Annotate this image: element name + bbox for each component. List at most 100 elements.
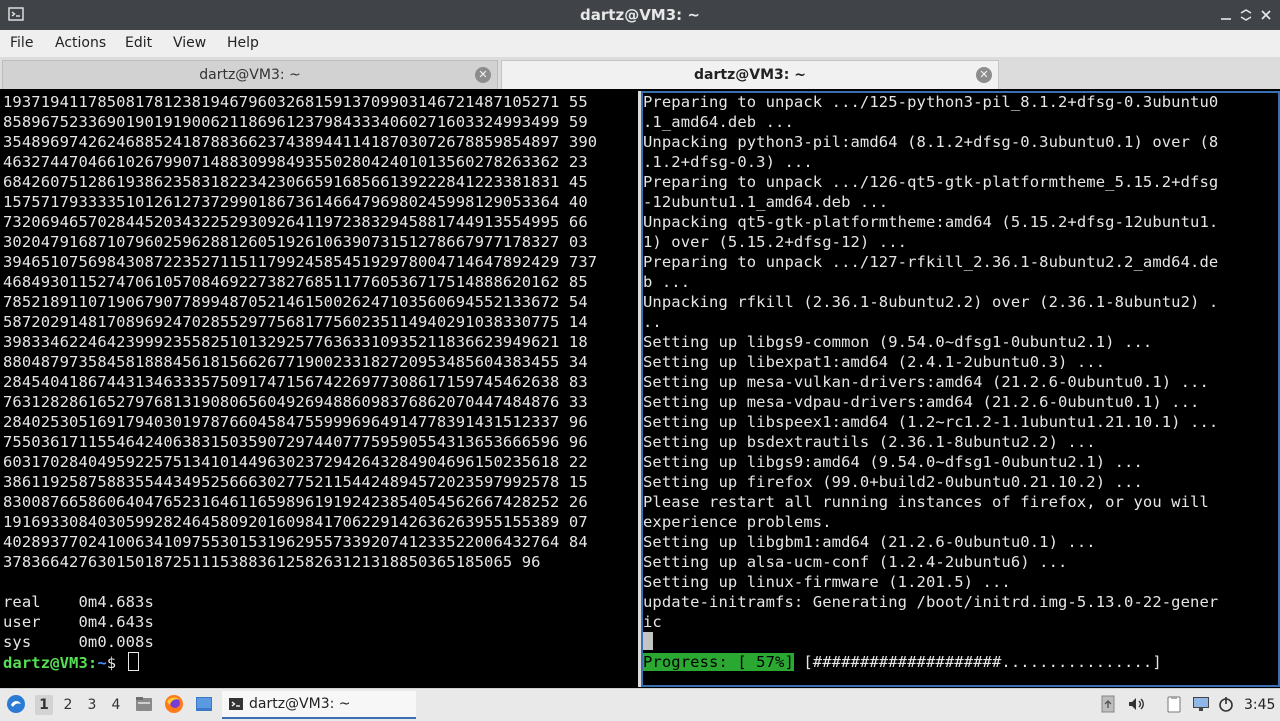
terminal-line: Unpacking qt5-gtk-platformtheme:amd64 (5… <box>643 213 1219 231</box>
tab-label: dartz@VM3: ~ <box>199 67 301 83</box>
terminal-pane-right[interactable]: Preparing to unpack .../125-python3-pil_… <box>641 91 1280 687</box>
terminal-line: 5872029148170896924702855297756817756023… <box>3 313 588 331</box>
taskbar: 1 2 3 4 dartz@VM3: ~ 3:45 <box>0 688 1280 721</box>
terminal-line: user 0m4.643s <box>3 613 154 631</box>
terminal-pane-left[interactable]: 1937194117850817812381946796032681591370… <box>0 91 638 687</box>
terminal-line: Setting up libexpat1:amd64 (2.4.1-2ubunt… <box>643 353 1106 371</box>
tab-label: dartz@VM3: ~ <box>694 67 806 83</box>
terminal-line: 6842607512861938623583182234230665916856… <box>3 173 588 191</box>
terminal-line: 2845404186744313463335750917471567422697… <box>3 373 588 391</box>
workspace-4[interactable]: 4 <box>107 695 125 715</box>
terminal-line: 3983346224642399923558251013292577636331… <box>3 333 588 351</box>
task-label: dartz@VM3: ~ <box>249 696 351 712</box>
terminal-line: 3783664276301501872511153883612582631213… <box>3 553 541 571</box>
terminal-line: update-initramfs: Generating /boot/initr… <box>643 593 1219 611</box>
terminal-line: Setting up libgs9:amd64 (9.54.0~dfsg1-0u… <box>643 453 1143 471</box>
terminal-line: Setting up linux-firmware (1.201.5) ... <box>643 573 1011 591</box>
terminal-line: -12ubuntu1.1_amd64.deb ... <box>643 193 889 211</box>
terminal-line: 7631282861652797681319080656049269488609… <box>3 393 588 411</box>
menu-actions[interactable]: Actions <box>55 30 106 57</box>
progress-bar: [####################................] <box>793 653 1162 671</box>
terminal-line: .1_amd64.deb ... <box>643 113 794 131</box>
terminal-line: 8300876658606404765231646116598961919242… <box>3 493 588 511</box>
workspace-3[interactable]: 3 <box>83 695 101 715</box>
show-desktop-icon[interactable] <box>194 694 214 714</box>
menu-edit[interactable]: Edit <box>125 30 152 57</box>
cursor-icon <box>643 632 653 650</box>
terminal-line: experience problems. <box>643 513 832 531</box>
clock[interactable]: 3:45 <box>1244 689 1275 721</box>
window-titlebar[interactable]: dartz@VM3: ~ <box>0 0 1280 30</box>
terminal-line: Please restart all running instances of … <box>643 493 1209 511</box>
terminal-line: 8804879735845818884561815662677190023318… <box>3 353 588 371</box>
terminal-line: Preparing to unpack .../125-python3-pil_… <box>643 93 1219 111</box>
terminal-line: Setting up firefox (99.0+build2-0ubuntu0… <box>643 473 1143 491</box>
power-icon[interactable] <box>1216 694 1236 714</box>
terminal-line: Setting up libgs9-common (9.54.0~dfsg1-0… <box>643 333 1153 351</box>
file-manager-icon[interactable] <box>134 694 154 714</box>
restore-icon[interactable] <box>1238 7 1254 23</box>
terminal-line: 1916933084030599282464580920160984170622… <box>3 513 588 531</box>
tab-terminal-1[interactable]: dartz@VM3: ~ ✕ <box>2 60 498 89</box>
cursor-line <box>643 632 1218 652</box>
terminal-line: 3548969742624688524187883662374389441141… <box>3 133 598 151</box>
tab-bar: dartz@VM3: ~ ✕ dartz@VM3: ~ ✕ <box>0 57 1280 89</box>
minimize-icon[interactable] <box>1218 7 1234 23</box>
terminal-line: Preparing to unpack .../127-rfkill_2.36.… <box>643 253 1219 271</box>
menu-view[interactable]: View <box>173 30 206 57</box>
terminal-line: .1.2+dfsg-0.3) ... <box>643 153 813 171</box>
terminal-line: Setting up mesa-vulkan-drivers:amd64 (21… <box>643 373 1209 391</box>
tab-close-icon[interactable]: ✕ <box>976 67 992 83</box>
terminal-line: .. <box>643 313 662 331</box>
terminal-line: 8589675233690190191900621186961237984333… <box>3 113 588 131</box>
terminal-line: 7320694657028445203432252930926411972383… <box>3 213 588 231</box>
terminal-line: 3946510756984308722352711511799245854519… <box>3 253 598 271</box>
network-icon[interactable] <box>1191 694 1211 714</box>
terminal-line: Unpacking rfkill (2.36.1-8ubuntu2.2) ove… <box>643 293 1219 311</box>
terminal-line: 2840253051691794030197876604584755999696… <box>3 413 588 431</box>
prompt-user: dartz@VM3: <box>3 654 98 672</box>
terminal-line: 4684930115274706105708469227382768511776… <box>3 273 588 291</box>
volume-icon[interactable] <box>1126 694 1146 714</box>
terminal-line: Setting up libspeex1:amd64 (1.2~rc1.2-1.… <box>643 413 1219 431</box>
progress-line: Progress: [ 57%] [####################..… <box>643 652 1218 672</box>
workspace-1[interactable]: 1 <box>35 695 53 715</box>
workspace-2[interactable]: 2 <box>59 695 77 715</box>
terminal-line: Preparing to unpack .../126-qt5-gtk-plat… <box>643 173 1219 191</box>
terminal-line: 4028937702410063410975530153196295573392… <box>3 533 588 551</box>
progress-label: Progress: [ 57%] <box>643 653 794 671</box>
terminal-line: 7550361711554642406383150359072974407775… <box>3 433 588 451</box>
menu-bar: File Actions Edit View Help <box>0 30 1280 57</box>
window-title: dartz@VM3: ~ <box>580 6 700 24</box>
taskbar-task-terminal[interactable]: dartz@VM3: ~ <box>222 691 416 719</box>
terminal-line: b ... <box>643 273 691 291</box>
firefox-icon[interactable] <box>164 694 184 714</box>
terminal-line: Setting up bsdextrautils (2.36.1-8ubuntu… <box>643 433 1096 451</box>
clipboard-icon[interactable] <box>1164 694 1184 714</box>
menu-file[interactable]: File <box>10 30 33 57</box>
update-notifier-icon[interactable] <box>1098 694 1118 714</box>
terminal-line: 6031702840495922575134101449630237294264… <box>3 453 588 471</box>
terminal-line: real 0m4.683s <box>3 593 154 611</box>
close-icon[interactable] <box>1258 7 1274 23</box>
terminal-line: 3020479168710796025962881260519261063907… <box>3 233 588 251</box>
terminal-line: Setting up libgbm1:amd64 (21.2.6-0ubuntu… <box>643 533 1096 551</box>
prompt-symbol: $ <box>106 654 126 672</box>
terminal-line: 1575717933335101261273729901867361466479… <box>3 193 588 211</box>
lxqt-menu-icon[interactable] <box>6 694 26 714</box>
terminal-prompt[interactable]: dartz@VM3:~$ <box>3 652 597 673</box>
terminal-output-left: 1937194117850817812381946796032681591370… <box>3 92 597 673</box>
terminal-line: Setting up alsa-ucm-conf (1.2.4-2ubuntu6… <box>643 553 1068 571</box>
terminal-line: 4632744704661026799071488309984935502804… <box>3 153 588 171</box>
terminal-output-right: Preparing to unpack .../125-python3-pil_… <box>643 92 1218 672</box>
tab-terminal-2[interactable]: dartz@VM3: ~ ✕ <box>501 60 999 89</box>
tab-close-icon[interactable]: ✕ <box>475 67 491 83</box>
terminal-line: sys 0m0.008s <box>3 633 154 651</box>
terminal-line: 3861192587588355443495256663027752115442… <box>3 473 588 491</box>
menu-help[interactable]: Help <box>227 30 259 57</box>
prompt-path: ~ <box>97 654 107 672</box>
terminal-line: Unpacking python3-pil:amd64 (8.1.2+dfsg-… <box>643 133 1219 151</box>
terminal-line: 7852189110719067907789948705214615002624… <box>3 293 588 311</box>
cursor-icon <box>127 652 139 671</box>
